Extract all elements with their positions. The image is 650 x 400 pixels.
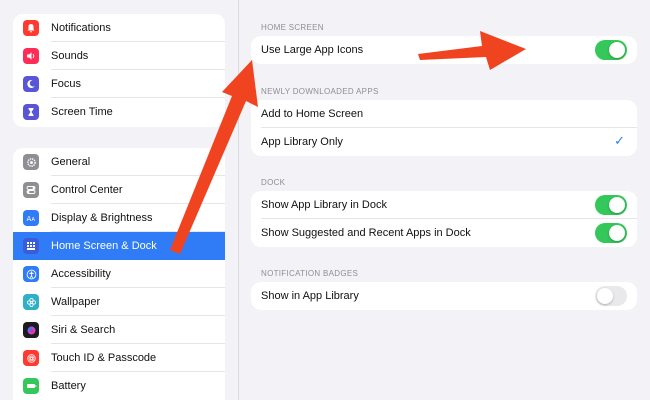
sidebar-item-wallpaper[interactable]: Wallpaper bbox=[13, 288, 225, 316]
show-in-app-library-label: Show in App Library bbox=[261, 290, 359, 302]
sidebar-item-label: Notifications bbox=[51, 22, 111, 34]
sidebar-item-home-screen-dock[interactable]: Home Screen & Dock bbox=[13, 232, 225, 260]
grid-icon bbox=[23, 238, 39, 254]
show-suggested-recent-apps-label: Show Suggested and Recent Apps in Dock bbox=[261, 227, 471, 239]
speaker-icon bbox=[23, 48, 39, 64]
sidebar-item-touch-id-passcode[interactable]: Touch ID & Passcode bbox=[13, 344, 225, 372]
app-library-only-option[interactable]: App Library Only ✓ bbox=[251, 128, 637, 156]
sidebar-item-label: Battery bbox=[51, 380, 86, 392]
gear-icon bbox=[23, 154, 39, 170]
battery-icon bbox=[23, 378, 39, 394]
sidebar-item-label: Touch ID & Passcode bbox=[51, 352, 157, 364]
moon-icon bbox=[23, 76, 39, 92]
accessibility-icon bbox=[23, 266, 39, 282]
dock-card: Show App Library in Dock Show Suggested … bbox=[251, 191, 637, 247]
use-large-app-icons-toggle[interactable] bbox=[595, 40, 627, 60]
sidebar-item-label: Accessibility bbox=[51, 268, 111, 280]
sidebar-item-control-center[interactable]: Control Center bbox=[13, 176, 225, 204]
sidebar-item-battery[interactable]: Battery bbox=[13, 372, 225, 400]
sidebar-item-label: Wallpaper bbox=[51, 296, 101, 308]
sidebar-item-label: Control Center bbox=[51, 184, 123, 196]
text-size-icon: AA bbox=[23, 210, 39, 226]
sidebar-item-label: Focus bbox=[51, 78, 81, 90]
sidebar: Notifications Sounds Focus Screen Time G… bbox=[0, 0, 239, 400]
svg-text:A: A bbox=[31, 217, 35, 223]
sidebar-item-label: Home Screen & Dock bbox=[51, 240, 157, 252]
show-in-app-library-row: Show in App Library bbox=[251, 282, 637, 310]
flower-icon bbox=[23, 294, 39, 310]
sidebar-group-general: General Control Center AA Display & Brig… bbox=[13, 148, 225, 400]
sidebar-item-display-brightness[interactable]: AA Display & Brightness bbox=[13, 204, 225, 232]
add-to-home-screen-option[interactable]: Add to Home Screen bbox=[251, 100, 637, 128]
fingerprint-icon bbox=[23, 350, 39, 366]
sidebar-item-focus[interactable]: Focus bbox=[13, 70, 225, 98]
sidebar-item-label: Siri & Search bbox=[51, 324, 116, 336]
sidebar-item-accessibility[interactable]: Accessibility bbox=[13, 260, 225, 288]
show-suggested-recent-apps-row: Show Suggested and Recent Apps in Dock bbox=[251, 219, 637, 247]
show-in-app-library-toggle[interactable] bbox=[595, 286, 627, 306]
sidebar-item-label: General bbox=[51, 156, 91, 168]
sidebar-item-siri-search[interactable]: Siri & Search bbox=[13, 316, 225, 344]
show-app-library-in-dock-row: Show App Library in Dock bbox=[251, 191, 637, 219]
switches-icon bbox=[23, 182, 39, 198]
bell-icon bbox=[23, 20, 39, 36]
add-to-home-screen-label: Add to Home Screen bbox=[261, 108, 364, 120]
checkmark-icon: ✓ bbox=[614, 134, 625, 149]
sidebar-item-label: Display & Brightness bbox=[51, 212, 153, 224]
settings-window: Notifications Sounds Focus Screen Time G… bbox=[0, 0, 650, 400]
sidebar-group-notifications: Notifications Sounds Focus Screen Time bbox=[13, 14, 225, 127]
home-screen-card: Use Large App Icons bbox=[251, 36, 637, 64]
show-app-library-in-dock-label: Show App Library in Dock bbox=[261, 199, 387, 211]
newly-downloaded-card: Add to Home Screen App Library Only ✓ bbox=[251, 100, 637, 156]
section-title-newly-downloaded: NEWLY DOWNLOADED APPS bbox=[261, 87, 379, 96]
sidebar-item-notifications[interactable]: Notifications bbox=[13, 14, 225, 42]
show-suggested-recent-apps-toggle[interactable] bbox=[595, 223, 627, 243]
siri-icon bbox=[23, 322, 39, 338]
section-title-home-screen: HOME SCREEN bbox=[261, 23, 324, 32]
sidebar-item-label: Sounds bbox=[51, 50, 89, 62]
section-title-dock: DOCK bbox=[261, 178, 286, 187]
use-large-app-icons-label: Use Large App Icons bbox=[261, 44, 364, 56]
section-title-notification-badges: NOTIFICATION BADGES bbox=[261, 269, 359, 278]
show-app-library-in-dock-toggle[interactable] bbox=[595, 195, 627, 215]
sidebar-item-general[interactable]: General bbox=[13, 148, 225, 176]
app-library-only-label: App Library Only bbox=[261, 136, 343, 148]
notification-badges-card: Show in App Library bbox=[251, 282, 637, 310]
sidebar-item-label: Screen Time bbox=[51, 106, 113, 118]
sidebar-item-screen-time[interactable]: Screen Time bbox=[13, 98, 225, 126]
home-screen-dock-settings: HOME SCREEN Use Large App Icons NEWLY DO… bbox=[238, 0, 650, 400]
sidebar-item-sounds[interactable]: Sounds bbox=[13, 42, 225, 70]
hourglass-icon bbox=[23, 104, 39, 120]
use-large-app-icons-row: Use Large App Icons bbox=[251, 36, 637, 64]
